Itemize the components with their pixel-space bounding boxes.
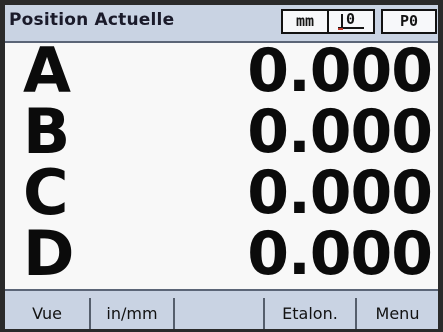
status-indicators: mm 0 P0: [281, 9, 437, 34]
readout-device: Position Actuelle mm 0 P0 A 0.000 B 0.00…: [0, 0, 443, 332]
unit-indicator: mm: [281, 9, 329, 34]
position-indicator: P0: [381, 9, 437, 34]
lcd-screen: Position Actuelle mm 0 P0 A 0.000 B 0.00…: [5, 5, 438, 329]
page-title: Position Actuelle: [9, 10, 175, 30]
datum-indicator: 0: [329, 9, 375, 34]
axis-row-d: D 0.000: [5, 218, 438, 290]
softkey-in-mm[interactable]: in/mm: [91, 298, 175, 329]
softkey-vue[interactable]: Vue: [5, 298, 91, 329]
axis-display: A 0.000 B 0.000 C 0.000 D 0.000: [5, 35, 438, 291]
softkey-blank[interactable]: [175, 298, 265, 329]
softkey-bar: Vue in/mm Etalon. Menu: [5, 298, 438, 329]
softkey-etalon[interactable]: Etalon.: [265, 298, 357, 329]
axis-value: 0.000: [247, 219, 433, 289]
softkey-menu[interactable]: Menu: [357, 298, 438, 329]
axis-label: D: [23, 217, 75, 290]
datum-label: 0: [346, 10, 356, 28]
